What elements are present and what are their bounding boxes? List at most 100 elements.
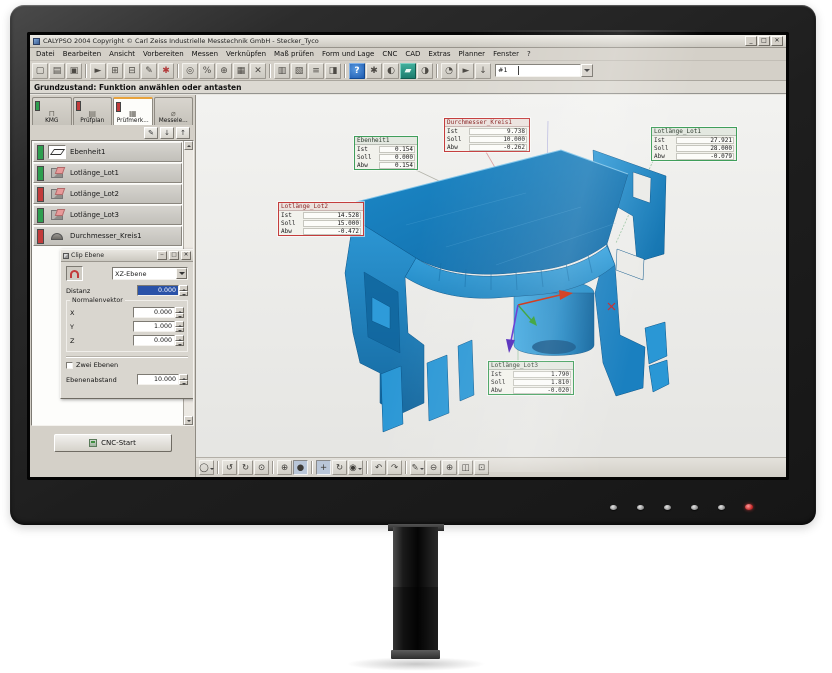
ebenenabstand-stepper[interactable] bbox=[179, 374, 188, 385]
new-icon[interactable]: ▢ bbox=[32, 63, 48, 79]
pen-tool-icon[interactable]: ✎ bbox=[410, 460, 425, 475]
axis-y-stepper[interactable] bbox=[175, 321, 184, 332]
menu-ma-pr-fen[interactable]: Maß prüfen bbox=[270, 50, 318, 58]
help-icon[interactable]: ? bbox=[349, 63, 365, 79]
orbit-icon[interactable]: ↻ bbox=[332, 460, 347, 475]
distanz-stepper[interactable] bbox=[179, 285, 188, 296]
clip-dialog-titlebar[interactable]: Clip Ebene ‒ □ ✕ bbox=[61, 250, 193, 262]
feature-number-field[interactable]: #1 bbox=[495, 64, 581, 77]
clip-maximize-button[interactable]: □ bbox=[169, 251, 179, 260]
osd-button-4[interactable] bbox=[691, 505, 698, 510]
circle-tool-icon[interactable]: ◯ bbox=[199, 460, 214, 475]
axis-x-field[interactable]: 0.000 bbox=[133, 307, 175, 318]
clip-close-button[interactable]: ✕ bbox=[181, 251, 191, 260]
scroll-up-icon[interactable] bbox=[184, 141, 193, 150]
menu-vorbereiten[interactable]: Vorbereiten bbox=[139, 50, 188, 58]
cnc-start-button[interactable]: CNC-Start bbox=[54, 434, 172, 452]
close-button[interactable]: ✕ bbox=[771, 36, 783, 46]
probe-change-icon[interactable]: ↓ bbox=[475, 63, 491, 79]
menu-fenster[interactable]: Fenster bbox=[489, 50, 523, 58]
mail-icon[interactable]: ▧ bbox=[291, 63, 307, 79]
save-icon[interactable]: ▣ bbox=[66, 63, 82, 79]
chevron-down-icon[interactable] bbox=[176, 268, 187, 279]
probe-display-icon[interactable]: ◉ bbox=[348, 460, 363, 475]
print-icon[interactable]: ▥ bbox=[274, 63, 290, 79]
open-icon[interactable]: ▤ bbox=[49, 63, 65, 79]
tools-icon[interactable]: ◑ bbox=[417, 63, 433, 79]
osd-button-1[interactable] bbox=[610, 505, 617, 510]
zoom-fit-icon[interactable]: ⊡ bbox=[474, 460, 489, 475]
move-up-icon[interactable]: ↑ bbox=[176, 127, 190, 139]
stylus-icon[interactable]: ✎ bbox=[141, 63, 157, 79]
menu-cnc[interactable]: CNC bbox=[378, 50, 401, 58]
menu-datei[interactable]: Datei bbox=[32, 50, 59, 58]
feature-row-lotl-nge-lot2[interactable]: Lotlänge_Lot2 bbox=[33, 184, 182, 204]
osd-button-2[interactable] bbox=[637, 505, 644, 510]
view-axes-icon[interactable]: ⊕ bbox=[277, 460, 292, 475]
axis-y-field[interactable]: 1.000 bbox=[133, 321, 175, 332]
cad-icon[interactable]: ▰ bbox=[400, 63, 416, 79]
report-icon[interactable]: ≡ bbox=[308, 63, 324, 79]
ebenenabstand-field[interactable]: 10.000 bbox=[137, 374, 179, 385]
feature-row-lotl-nge-lot1[interactable]: Lotlänge_Lot1 bbox=[33, 163, 182, 183]
percent-icon[interactable]: % bbox=[199, 63, 215, 79]
osd-button-3[interactable] bbox=[664, 505, 671, 510]
feature-row-lotl-nge-lot3[interactable]: Lotlänge_Lot3 bbox=[33, 205, 182, 225]
tab-pr-fmerk[interactable]: ▦Prüfmerk... bbox=[113, 97, 153, 125]
tolerance-icon[interactable]: ⊕ bbox=[216, 63, 232, 79]
tab-kmg[interactable]: ⊓KMG bbox=[32, 97, 72, 125]
move-down-icon[interactable]: ↓ bbox=[160, 127, 174, 139]
run-icon[interactable]: ► bbox=[458, 63, 474, 79]
search-icon[interactable]: ◎ bbox=[182, 63, 198, 79]
chevron-down-icon[interactable] bbox=[581, 64, 593, 77]
clip-tool-button[interactable] bbox=[66, 266, 83, 281]
menu-ansicht[interactable]: Ansicht bbox=[105, 50, 139, 58]
pattern-icon[interactable]: ▦ bbox=[233, 63, 249, 79]
tab-pr-fplan[interactable]: ▤Prüfplan bbox=[73, 97, 113, 125]
cursor-icon[interactable]: ► bbox=[90, 63, 106, 79]
feature-row-ebenheit1[interactable]: Ebenheit1 bbox=[33, 142, 182, 162]
zoom-window-icon[interactable]: ◫ bbox=[458, 460, 473, 475]
tab-messele[interactable]: ⌀Messele... bbox=[154, 97, 194, 125]
probe-icon[interactable]: ✱ bbox=[158, 63, 174, 79]
export-icon[interactable]: ◨ bbox=[325, 63, 341, 79]
zoom-in-icon[interactable]: ⊕ bbox=[442, 460, 457, 475]
zwei-ebenen-checkbox[interactable] bbox=[66, 362, 73, 369]
copy-icon[interactable]: ⊞ bbox=[107, 63, 123, 79]
minimize-button[interactable]: _ bbox=[745, 36, 757, 46]
menu-form-und-lage[interactable]: Form und Lage bbox=[318, 50, 378, 58]
axis-z-stepper[interactable] bbox=[175, 335, 184, 346]
clock-icon[interactable]: ◔ bbox=[441, 63, 457, 79]
axis-z-field[interactable]: 0.000 bbox=[133, 335, 175, 346]
undo-icon[interactable]: ↶ bbox=[371, 460, 386, 475]
pan-icon[interactable]: + bbox=[316, 460, 331, 475]
magnet-icon[interactable]: ◐ bbox=[383, 63, 399, 79]
menu-bearbeiten[interactable]: Bearbeiten bbox=[59, 50, 105, 58]
rotate-free-icon[interactable]: ⊙ bbox=[254, 460, 269, 475]
feature-number-combo[interactable]: #1 bbox=[495, 64, 593, 77]
power-button[interactable] bbox=[745, 504, 753, 510]
rotate-x-icon[interactable]: ↺ bbox=[222, 460, 237, 475]
menu-planner[interactable]: Planner bbox=[455, 50, 490, 58]
redo-icon[interactable]: ↷ bbox=[387, 460, 402, 475]
menu-[interactable]: ? bbox=[523, 50, 535, 58]
paste-icon[interactable]: ⊟ bbox=[124, 63, 140, 79]
edit-icon[interactable]: ✎ bbox=[144, 127, 158, 139]
feature-row-durchmesser-kreis1[interactable]: Durchmesser_Kreis1 bbox=[33, 226, 182, 246]
menu-extras[interactable]: Extras bbox=[424, 50, 454, 58]
cad-viewport[interactable]: Ebenheit1Ist0.154Soll0.000Abw0.154Durchm… bbox=[196, 95, 786, 477]
plane-select[interactable]: XZ-Ebene bbox=[112, 267, 188, 280]
axis-x-stepper[interactable] bbox=[175, 307, 184, 318]
delete-icon[interactable]: ✕ bbox=[250, 63, 266, 79]
osd-button-5[interactable] bbox=[718, 505, 725, 510]
view-shaded-icon[interactable]: ● bbox=[293, 460, 308, 475]
menu-cad[interactable]: CAD bbox=[401, 50, 424, 58]
distanz-field[interactable]: 0.000 bbox=[137, 285, 179, 296]
zoom-out-icon[interactable]: ⊖ bbox=[426, 460, 441, 475]
menu-verkn-pfen[interactable]: Verknüpfen bbox=[222, 50, 270, 58]
maximize-button[interactable]: □ bbox=[758, 36, 770, 46]
scroll-down-icon[interactable] bbox=[184, 416, 193, 425]
clip-minimize-button[interactable]: ‒ bbox=[157, 251, 167, 260]
wizard-icon[interactable]: ✱ bbox=[366, 63, 382, 79]
menu-messen[interactable]: Messen bbox=[188, 50, 222, 58]
